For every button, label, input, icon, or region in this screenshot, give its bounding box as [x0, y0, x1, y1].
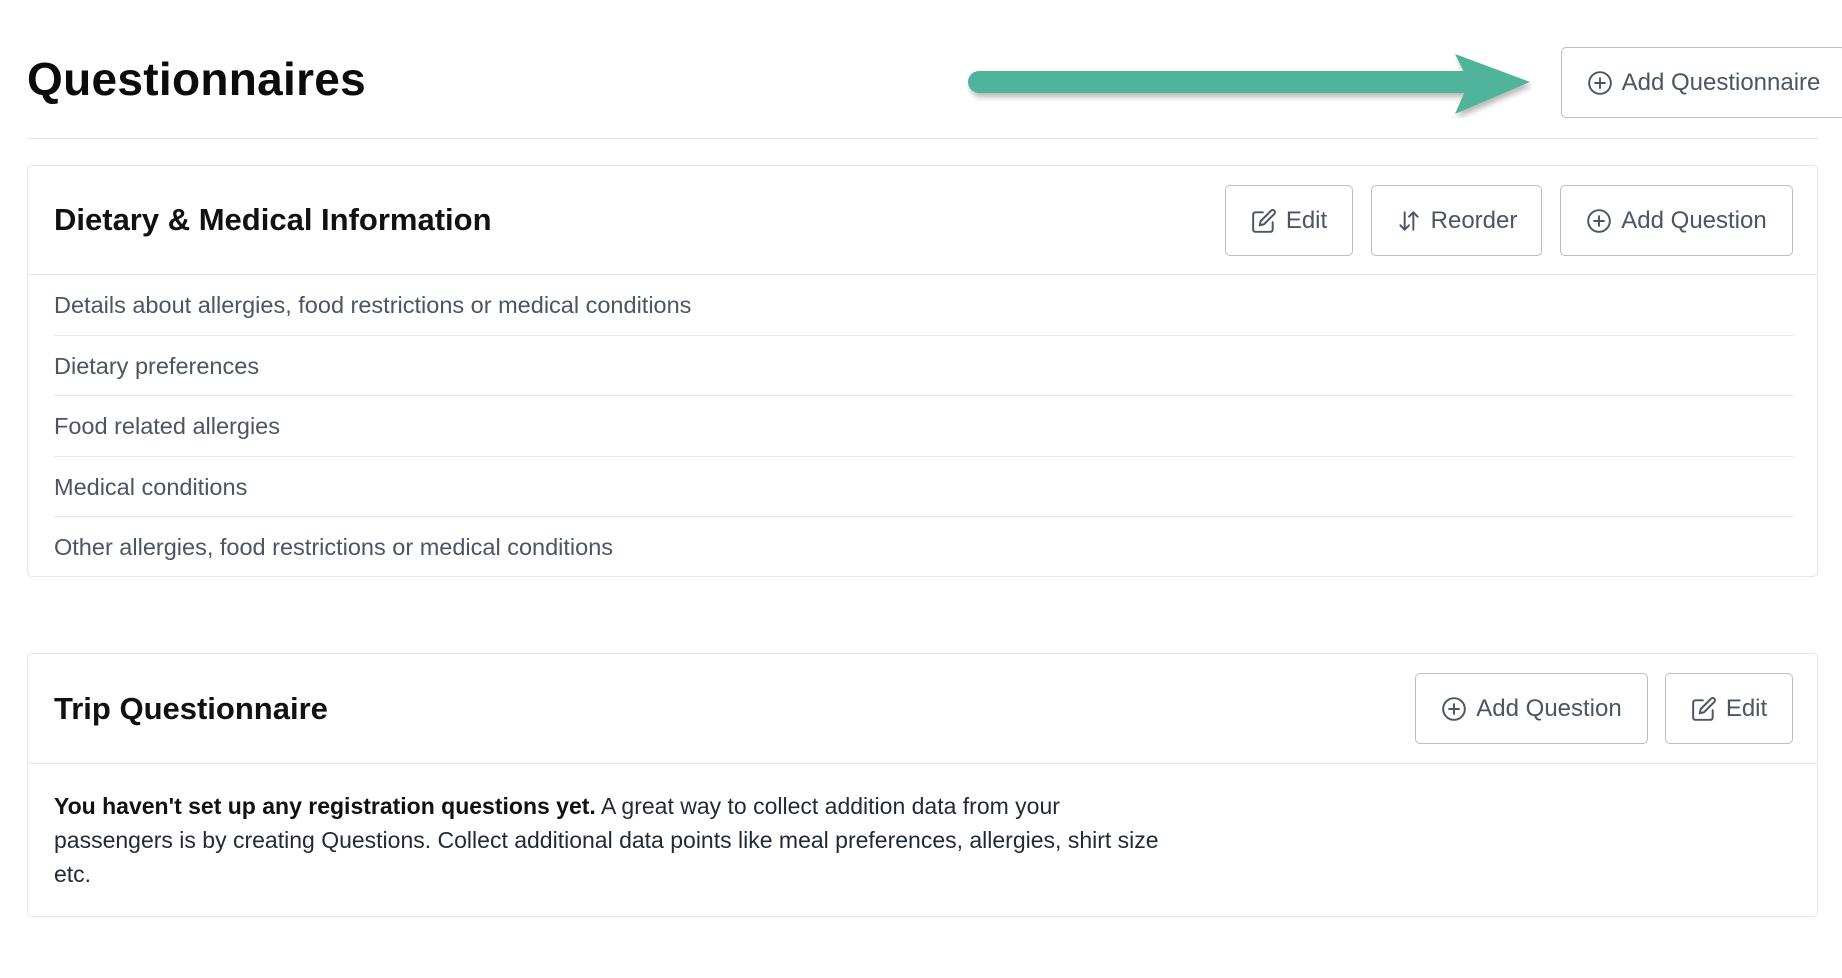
questionnaire-card: Trip Questionnaire Add Question Edit You… [27, 653, 1818, 917]
empty-state-heading: You haven't set up any registration ques… [54, 793, 596, 819]
plus-circle-icon [1442, 696, 1467, 721]
question-item[interactable]: Dietary preferences [54, 336, 1793, 396]
questionnaires-page: Questionnaires Add Questionnaire Dietary… [0, 0, 1842, 978]
reorder-button[interactable]: Reorder [1371, 185, 1542, 256]
plus-circle-icon [1587, 70, 1612, 95]
reorder-label: Reorder [1430, 206, 1518, 234]
add-questionnaire-label: Add Questionnaire [1621, 68, 1821, 96]
edit-button[interactable]: Edit [1225, 185, 1353, 256]
add-question-button[interactable]: Add Question [1560, 185, 1793, 256]
plus-circle-icon [1587, 208, 1612, 233]
arrow-annotation [968, 54, 1530, 114]
card-header: Trip Questionnaire Add Question Edit [28, 654, 1817, 764]
page-header: Questionnaires Add Questionnaire [27, 0, 1842, 139]
edit-label: Edit [1725, 694, 1768, 722]
question-item[interactable]: Other allergies, food restrictions or me… [54, 517, 1793, 578]
empty-state-message: You haven't set up any registration ques… [54, 789, 1184, 891]
questionnaire-card: Dietary & Medical Information Edit Reord… [27, 165, 1818, 577]
edit-icon [1252, 208, 1276, 233]
edit-label: Edit [1285, 206, 1328, 234]
page-title: Questionnaires [27, 53, 367, 105]
questionnaire-title: Trip Questionnaire [54, 691, 328, 726]
sort-arrows-icon [1398, 210, 1419, 231]
add-question-button[interactable]: Add Question [1415, 673, 1648, 744]
edit-icon [1692, 696, 1716, 721]
questionnaire-title: Dietary & Medical Information [54, 202, 492, 237]
card-header: Dietary & Medical Information Edit Reord… [28, 166, 1817, 275]
add-questionnaire-button[interactable]: Add Questionnaire [1561, 47, 1842, 118]
question-item[interactable]: Details about allergies, food restrictio… [54, 275, 1793, 336]
add-question-label: Add Question [1476, 694, 1622, 722]
question-item[interactable]: Food related allergies [54, 396, 1793, 457]
edit-button[interactable]: Edit [1665, 673, 1793, 744]
add-question-label: Add Question [1621, 206, 1767, 234]
question-item[interactable]: Medical conditions [54, 457, 1793, 517]
question-list: Details about allergies, food restrictio… [54, 275, 1793, 578]
